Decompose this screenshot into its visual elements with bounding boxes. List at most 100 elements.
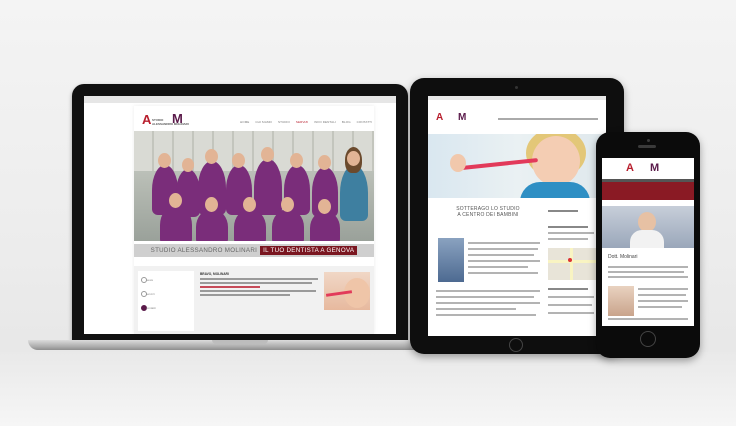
team-member-head — [169, 193, 182, 208]
text-line — [200, 286, 260, 288]
nav-item-blog[interactable]: BLOG — [342, 120, 351, 124]
sidebar-link-contatti[interactable]: contatti — [146, 306, 156, 310]
team-member-head — [347, 151, 360, 166]
text-line — [548, 238, 588, 240]
text-line — [608, 271, 684, 273]
site-logo[interactable]: A M STUDIO ALESSANDRO MOLINARI — [142, 111, 192, 128]
dentist-portrait — [608, 286, 634, 316]
phone-hero-image — [602, 206, 694, 248]
team-member — [196, 209, 228, 241]
team-member-head — [318, 199, 331, 214]
text-line — [436, 308, 516, 310]
tablet-sidebar — [548, 202, 602, 332]
text-line — [638, 288, 688, 290]
nav-item-info-dentali[interactable]: INFO DENTALI — [314, 120, 336, 124]
hero-girl-shirt — [520, 182, 590, 198]
phone-screen: A M Dott. Molinari — [602, 158, 694, 326]
laptop-screen: A M STUDIO ALESSANDRO MOLINARI HOME CHI … — [84, 96, 396, 334]
map-pin-icon — [568, 258, 572, 262]
browser-toolbar — [84, 96, 396, 103]
nav-item-contatti[interactable]: CONTATTI — [357, 120, 372, 124]
nav-item-servizi[interactable]: SERVIZI — [296, 120, 308, 124]
text-line — [638, 300, 688, 302]
team-member-head — [205, 197, 218, 212]
text-line — [200, 294, 290, 296]
studio-name-text: STUDIO ALESSANDRO MOLINARI — [150, 247, 258, 254]
hero-person-head — [638, 212, 656, 232]
team-member-head — [281, 197, 294, 212]
text-line — [548, 296, 594, 298]
team-member-head — [290, 153, 303, 168]
logo-letter-m: M — [458, 112, 467, 123]
text-line — [548, 304, 592, 306]
phone-site-logo[interactable]: A M — [626, 162, 672, 178]
intro-text-block: BRAVO, MOLINARI — [200, 272, 320, 296]
phone-home-button[interactable] — [640, 331, 656, 347]
tablet-camera — [515, 86, 518, 89]
browser-toolbar — [428, 96, 606, 100]
website-page: A M STUDIO ALESSANDRO MOLINARI HOME CHI … — [134, 106, 374, 334]
sidebar-link-servizi[interactable]: servizi — [146, 292, 155, 296]
text-line — [436, 290, 540, 292]
tablet-hero-image — [428, 134, 606, 198]
team-member-head — [318, 155, 331, 170]
tablet-screen: A M SOTTERAGO LO STUDIO A CENTRO DEI BAM… — [428, 96, 606, 336]
text-line — [638, 306, 682, 308]
floor-reflection — [0, 352, 736, 426]
text-line — [548, 288, 588, 290]
tagline-highlight: IL TUO DENTISTA A GENOVA — [260, 246, 358, 255]
tablet-main-column: SOTTERAGO LO STUDIO A CENTRO DEI BAMBINI — [432, 202, 544, 332]
intro-heading: BRAVO, MOLINARI — [200, 272, 229, 276]
hero-girl-face — [532, 136, 580, 186]
text-line — [638, 294, 686, 296]
text-line — [200, 278, 318, 280]
nav-item-home[interactable]: HOME — [240, 120, 249, 124]
team-member — [234, 209, 266, 241]
text-line — [436, 302, 540, 304]
logo-letter-a: A — [626, 162, 634, 174]
nav-item-studio[interactable]: STUDIO — [278, 120, 290, 124]
phone-camera — [647, 139, 650, 142]
phone-speaker — [638, 145, 656, 148]
map-road — [548, 260, 600, 263]
text-line — [468, 242, 540, 244]
tablet-heading-line-2: A CENTRO DEI BAMBINI — [457, 212, 519, 218]
sidebar-link-news[interactable]: news — [146, 278, 153, 282]
text-line — [468, 260, 540, 262]
team-photo — [134, 131, 374, 241]
tablet-home-button[interactable] — [509, 338, 523, 352]
text-line — [468, 266, 528, 268]
text-line — [608, 276, 688, 278]
toothbrush — [461, 158, 539, 170]
device-mockup-scene: A M STUDIO ALESSANDRO MOLINARI HOME CHI … — [0, 0, 736, 426]
logo-letter-a: A — [436, 112, 444, 123]
nav-item-chi-siamo[interactable]: CHI SIAMO — [255, 120, 272, 124]
team-member-head — [243, 197, 256, 212]
text-line — [468, 272, 538, 274]
hero-hand — [450, 154, 466, 172]
team-member — [272, 209, 304, 241]
text-line — [548, 232, 594, 234]
text-line — [200, 282, 312, 284]
hero-person-coat — [630, 230, 664, 248]
phone-page-title: Dott. Molinari — [608, 254, 638, 260]
text-line — [608, 318, 688, 320]
team-member-head — [232, 153, 245, 168]
team-member — [340, 165, 368, 221]
text-line — [468, 254, 534, 256]
tablet-site-logo[interactable]: A M — [436, 112, 476, 126]
team-member-head — [205, 149, 218, 164]
location-map[interactable] — [548, 248, 600, 280]
text-line — [200, 290, 316, 292]
sidebar-menu: news servizi contatti — [138, 271, 194, 331]
text-line — [548, 312, 594, 314]
content-section: news servizi contatti BRAVO, MOLINARI — [134, 266, 374, 334]
text-line — [436, 296, 534, 298]
wall-frames — [134, 131, 374, 171]
team-member — [254, 159, 282, 215]
logo-letter-m: M — [650, 162, 660, 174]
logo-letter-a: A — [142, 112, 152, 127]
text-line — [468, 248, 538, 250]
dentist-with-patient-photo — [438, 238, 464, 282]
team-member — [310, 211, 340, 241]
